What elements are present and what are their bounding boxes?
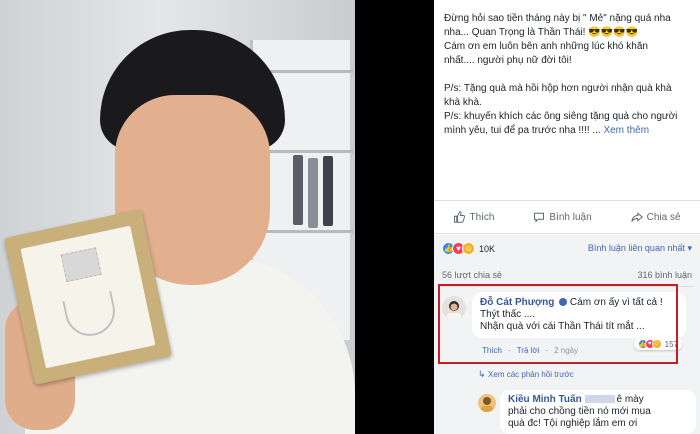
caption-line: nha... Quan Trọng là Thần Thái! 😎😎😎😎 — [444, 27, 638, 38]
hanging-cloth — [293, 155, 303, 225]
avatar[interactable] — [478, 394, 496, 412]
ps-line: P/s: Tặng quà mà hồi hộp hơn người nhận … — [444, 83, 672, 94]
reaction-count: 10K — [479, 243, 496, 254]
hanging-cloth — [323, 156, 333, 226]
ps-line-text: mình yêu, tui để pa trước nha !!!! ... — [444, 125, 601, 136]
comment-button[interactable]: Bình luận — [533, 211, 592, 223]
hanging-cloth — [308, 158, 318, 228]
ps-line: khà khà. — [444, 97, 482, 108]
comment-sort-dropdown[interactable]: Bình luận liên quan nhất ▾ — [588, 243, 692, 254]
shelf — [253, 230, 353, 233]
comment-text: quà đc! Tội nghiệp lắm em ơi — [508, 418, 638, 429]
like-button[interactable]: Thích — [453, 211, 494, 223]
reaction-summary[interactable]: 👍 ♥ ☺ 10K — [442, 242, 495, 255]
avatar-photo-icon — [481, 397, 493, 412]
comment-label: Bình luận — [549, 211, 592, 223]
post-actions-bar: Thích Bình luận Chia sẻ — [434, 200, 700, 234]
blurred-brand-logo — [60, 247, 102, 283]
post-caption: Đừng hỏi sao tiền tháng này bị " Mẻ" nặn… — [444, 12, 696, 152]
share-label: Chia sẻ — [646, 211, 681, 223]
selfie-photo — [0, 0, 355, 434]
haha-reaction-icon: ☺ — [462, 242, 475, 255]
share-button[interactable]: Chia sẻ — [630, 211, 681, 223]
red-highlight-box — [438, 284, 678, 364]
caption-line: Đừng hỏi sao tiền tháng này bị " Mẻ" nặn… — [444, 13, 671, 24]
comment-icon — [534, 212, 545, 223]
caption-line: nhất.... người phụ nữ đời tôi! — [444, 55, 572, 66]
previous-replies-text: Xem các phản hồi trước — [488, 370, 574, 379]
comment-text: phải cho chồng tiền nó mới mua — [508, 406, 651, 417]
blurred-tag — [585, 395, 616, 404]
caption-line: Cám ơn em luôn bên anh những lúc khó khă… — [444, 41, 648, 52]
necklace — [62, 291, 120, 341]
share-arrow-icon — [630, 212, 643, 222]
like-label: Thích — [469, 211, 495, 223]
reply-arrow-icon: ↳ — [478, 369, 489, 379]
comment-bubble: Kiều Minh Tuấn ê mày phải cho chồng tiền… — [500, 390, 696, 434]
see-more-link[interactable]: Xem thêm — [603, 125, 649, 136]
share-count[interactable]: 56 lượt chia sẻ — [442, 270, 502, 280]
ps-line: P/s: khuyến khích các ông siêng tặng quà… — [444, 111, 678, 122]
thumbs-up-icon — [454, 211, 466, 223]
comment-text: ê mày — [616, 394, 644, 405]
comment-count[interactable]: 316 bình luận — [637, 270, 692, 280]
box-lining — [20, 225, 156, 369]
commenter-name[interactable]: Kiều Minh Tuấn — [508, 394, 582, 405]
view-previous-replies-link[interactable]: ↳ Xem các phản hồi trước — [478, 369, 574, 380]
ps-line: mình yêu, tui để pa trước nha !!!! ... X… — [444, 124, 696, 138]
screenshot-frame: Đừng hỏi sao tiền tháng này bị " Mẻ" nặn… — [0, 0, 700, 434]
